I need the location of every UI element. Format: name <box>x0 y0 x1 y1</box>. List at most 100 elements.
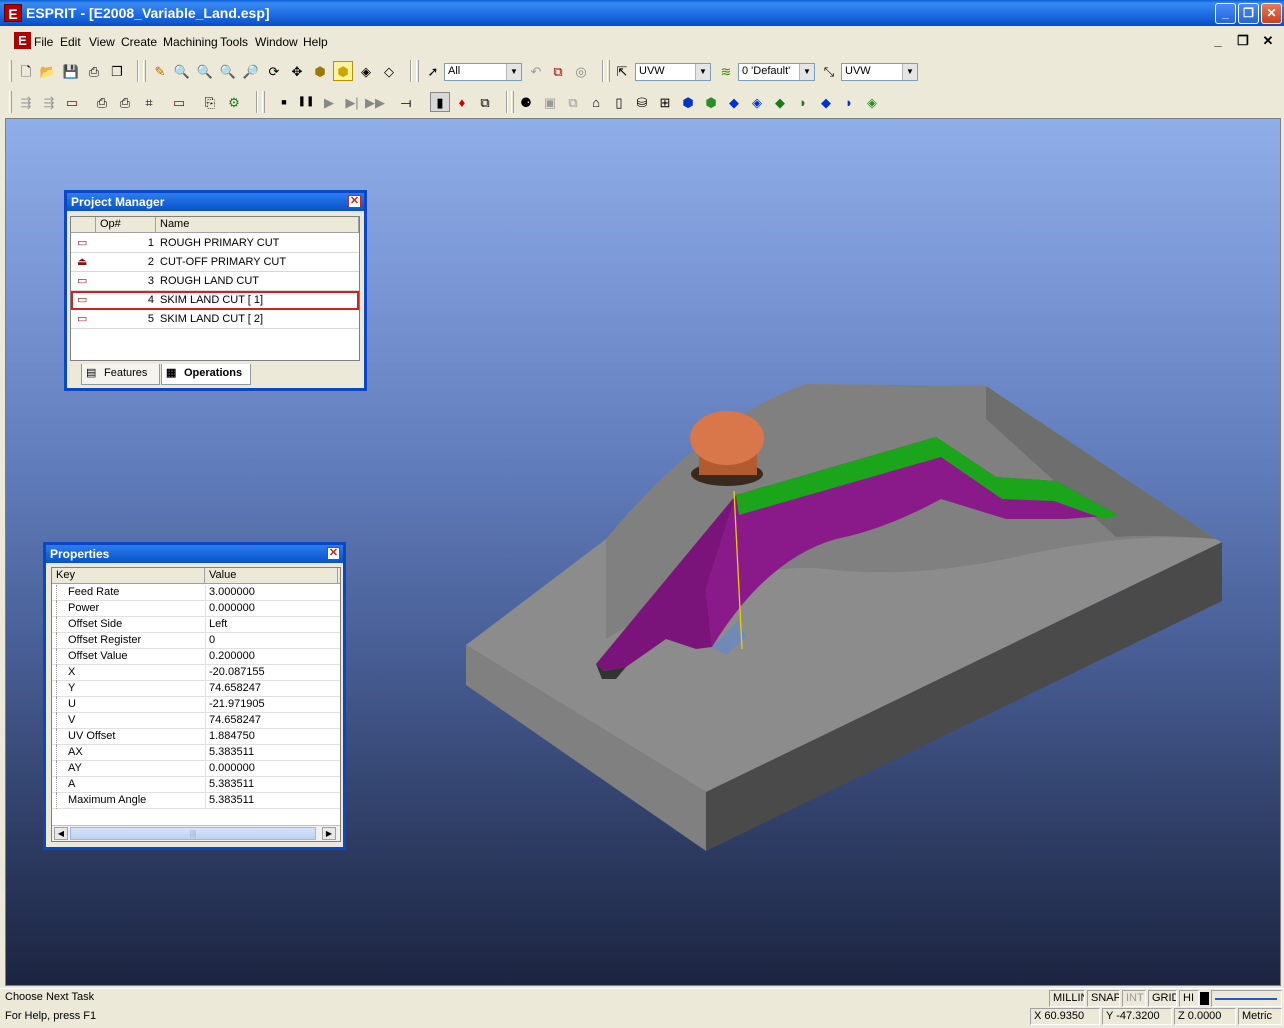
open-file-icon[interactable]: 📂 <box>38 61 58 81</box>
int-toggle[interactable]: INT <box>1122 990 1146 1007</box>
workplane-dropdown[interactable]: UVW ▼ <box>635 63 711 81</box>
menu-view[interactable]: View <box>89 35 115 49</box>
smart-highlight-icon[interactable]: ✎ <box>150 61 170 81</box>
tool-manager-icon[interactable]: ⎙ <box>115 92 135 112</box>
snap-toggle[interactable]: SNAP <box>1087 990 1120 1007</box>
select-filter-dropdown[interactable]: All ▼ <box>444 63 522 81</box>
list-item[interactable]: ▭ 5 SKIM LAND CUT [ 2] <box>71 310 359 329</box>
fast-forward-icon[interactable]: ▶▶ <box>365 92 385 112</box>
solid-layers-icon[interactable]: ⬢ <box>701 92 721 112</box>
stop-icon[interactable]: ◎ <box>571 61 591 81</box>
simulation-settings-icon[interactable]: ⚙ <box>224 92 244 112</box>
view-front-icon[interactable]: ▣ <box>540 92 560 112</box>
horizontal-scrollbar[interactable]: ◀ ||| ▶ <box>52 825 340 841</box>
setup-icon[interactable]: ⎙ <box>92 92 112 112</box>
line-style-indicator[interactable] <box>1211 990 1282 1007</box>
solid-box-icon[interactable]: ⬢ <box>678 92 698 112</box>
layers-icon[interactable]: ≋ <box>716 61 736 81</box>
zoom-in-icon[interactable]: 🔍 <box>195 61 215 81</box>
property-value[interactable]: 0 <box>205 633 338 648</box>
property-value[interactable]: 0.000000 <box>205 601 338 616</box>
property-value[interactable]: 5.383511 <box>205 745 338 760</box>
workplane-icon[interactable]: ⇱ <box>612 61 632 81</box>
menu-help[interactable]: Help <box>303 35 328 49</box>
toolbar-grip[interactable] <box>9 60 12 82</box>
toolbar-grip[interactable] <box>262 91 265 113</box>
close-icon[interactable]: ✕ <box>327 547 340 560</box>
solid-boolean-icon[interactable]: ◆ <box>770 92 790 112</box>
property-value[interactable]: 1.884750 <box>205 729 338 744</box>
property-value[interactable]: Left <box>205 617 338 632</box>
list-item[interactable]: ▭ 1 ROUGH PRIMARY CUT <box>71 234 359 253</box>
property-row[interactable]: AY 0.000000 <box>52 761 340 777</box>
property-row[interactable]: UV Offset 1.884750 <box>52 729 340 745</box>
property-value[interactable]: 5.383511 <box>205 777 338 792</box>
list-item[interactable]: ⏏ 2 CUT-OFF PRIMARY CUT <box>71 253 359 272</box>
scroll-right-icon[interactable]: ▶ <box>322 827 336 840</box>
operations-list[interactable]: Op# Name ▭ 1 ROUGH PRIMARY CUT ⏏ 2 CUT-O… <box>70 216 360 361</box>
scroll-left-icon[interactable]: ◀ <box>54 827 68 840</box>
nc-code-icon[interactable]: ⎘ <box>200 92 220 112</box>
hidden-line-icon[interactable]: ◇ <box>379 61 399 81</box>
minimize-button[interactable]: _ <box>1215 3 1236 24</box>
operation-icon[interactable]: ▭ <box>169 92 189 112</box>
menu-machining[interactable]: Machining <box>163 35 218 49</box>
property-row[interactable]: Offset Register 0 <box>52 633 340 649</box>
step-forward-icon[interactable]: ▶| <box>342 92 362 112</box>
column-name[interactable]: Name <box>156 217 359 233</box>
select-pointer-icon[interactable]: ➚ <box>423 61 443 81</box>
zoom-window-icon[interactable]: 🔍 <box>172 61 192 81</box>
zoom-fit-icon[interactable]: 🔎 <box>241 61 261 81</box>
toolpath-icon[interactable]: ♦ <box>452 92 472 112</box>
restore-button[interactable]: ❐ <box>1238 3 1259 24</box>
list-item-selected[interactable]: ▭ 4 SKIM LAND CUT [ 1] <box>71 291 359 310</box>
redo-icon[interactable]: ⧉ <box>548 61 568 81</box>
solid-shell-icon[interactable]: ◆ <box>816 92 836 112</box>
property-value[interactable]: 0.200000 <box>205 649 338 664</box>
menu-window[interactable]: Window <box>255 35 298 49</box>
pan-icon[interactable]: ✥ <box>287 61 307 81</box>
toolbar-grip[interactable] <box>511 91 514 113</box>
scroll-thumb[interactable]: ||| <box>70 827 316 840</box>
feature-pocket-icon[interactable]: ⇶ <box>39 92 59 112</box>
property-value[interactable]: 0.000000 <box>205 761 338 776</box>
property-row[interactable]: Offset Value 0.200000 <box>52 649 340 665</box>
column-op[interactable]: Op# <box>96 217 156 233</box>
property-row[interactable]: Offset Side Left <box>52 617 340 633</box>
mode-indicator[interactable]: MILLIN <box>1049 990 1085 1007</box>
slider-icon[interactable]: ⟞ <box>396 92 416 112</box>
property-row[interactable]: Feed Rate 3.000000 <box>52 585 340 601</box>
copy-icon[interactable]: ❐ <box>107 61 127 81</box>
stop-simulation-icon[interactable]: ■ <box>274 92 294 112</box>
view-bottom-icon[interactable]: ⌂ <box>586 92 606 112</box>
new-file-icon[interactable]: 🗋 <box>16 61 36 81</box>
toolbar-grip[interactable] <box>416 60 419 82</box>
toolbar-grip[interactable] <box>143 60 146 82</box>
property-value[interactable]: -21.971905 <box>205 697 338 712</box>
property-value[interactable]: 74.658247 <box>205 681 338 696</box>
view-iso-icon[interactable]: ⛁ <box>632 92 652 112</box>
color-swatch[interactable] <box>1200 992 1209 1005</box>
chevron-down-icon[interactable]: ▼ <box>902 64 917 80</box>
save-icon[interactable]: 💾 <box>61 61 81 81</box>
feature-chain-icon[interactable]: ⇶ <box>16 92 36 112</box>
rotate-icon[interactable]: ⟳ <box>264 61 284 81</box>
property-value[interactable]: 74.658247 <box>205 713 338 728</box>
toolbar-grip[interactable] <box>9 91 12 113</box>
property-value[interactable]: 3.000000 <box>205 585 338 600</box>
chevron-down-icon[interactable]: ▼ <box>695 64 710 80</box>
properties-grid[interactable]: Key Value Feed Rate 3.000000 Power 0.000000… <box>51 567 341 842</box>
grid-toggle[interactable]: GRID <box>1148 990 1177 1007</box>
close-icon[interactable]: ✕ <box>348 195 361 208</box>
column-value[interactable]: Value <box>205 568 338 584</box>
tab-features[interactable]: ▤ Features <box>81 364 160 385</box>
work-coordinates-icon[interactable]: ⤡ <box>819 61 839 81</box>
shade-icon[interactable]: ⬢ <box>310 61 330 81</box>
document-icon[interactable]: E <box>14 32 31 49</box>
menu-edit[interactable]: Edit <box>60 35 81 49</box>
property-row[interactable]: A 5.383511 <box>52 777 340 793</box>
column-key[interactable]: Key <box>52 568 205 584</box>
stock-icon[interactable]: ⌗ <box>139 92 159 112</box>
close-button[interactable]: ✕ <box>1261 3 1282 24</box>
chevron-down-icon[interactable]: ▼ <box>799 64 814 80</box>
